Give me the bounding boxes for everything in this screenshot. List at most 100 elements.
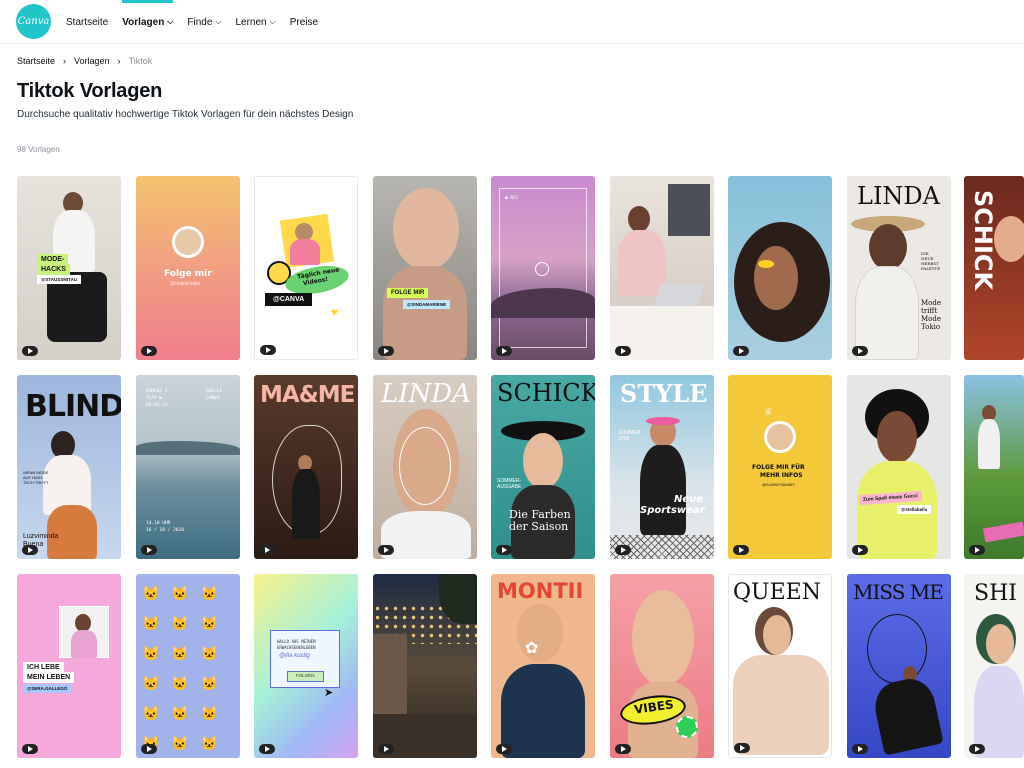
template-card[interactable]: ♕ FOLGE MIR FÜR MEHR INFOS @SUNNYSAMMY bbox=[728, 375, 832, 559]
nav-item-startseite[interactable]: Startseite bbox=[66, 0, 108, 44]
breadcrumb: Startseite › Vorlagen › Tiktok bbox=[17, 56, 152, 66]
template-card[interactable] bbox=[964, 375, 1024, 559]
person-image bbox=[292, 469, 320, 539]
breadcrumb-vorlagen[interactable]: Vorlagen bbox=[74, 56, 110, 66]
person-image bbox=[618, 230, 666, 296]
play-icon bbox=[733, 346, 749, 356]
template-text: 00:05:21 bbox=[146, 403, 168, 408]
play-icon bbox=[378, 346, 394, 356]
play-icon bbox=[852, 346, 868, 356]
nav-item-preise[interactable]: Preise bbox=[290, 0, 318, 44]
person-image bbox=[381, 511, 471, 559]
template-text: @SERA.GALLEGO bbox=[23, 684, 72, 693]
template-card[interactable]: Täglich neue Videos! @CANVA ♥ bbox=[254, 176, 358, 360]
mat-shape bbox=[983, 521, 1024, 543]
template-text: LINDA bbox=[381, 379, 471, 409]
person-image bbox=[71, 630, 97, 658]
template-card[interactable]: ● REC bbox=[491, 176, 595, 360]
template-card[interactable]: VIBES bbox=[610, 574, 714, 758]
template-card[interactable]: ICH LEBE MEIN LEBEN @SERA.GALLEGO bbox=[17, 574, 121, 758]
person-image bbox=[523, 433, 563, 489]
template-card[interactable]: QUEEN bbox=[728, 574, 832, 758]
profile-avatar bbox=[172, 226, 204, 258]
template-text: @SUNNYSAMMY bbox=[762, 482, 795, 487]
yellow-makeup bbox=[758, 260, 774, 268]
heart-icon: ♥ bbox=[331, 305, 339, 319]
template-card[interactable]: STYLE SOMMER 2020 Neue Sportswear bbox=[610, 375, 714, 559]
template-card[interactable] bbox=[610, 176, 714, 360]
template-text: der Saison bbox=[509, 520, 569, 533]
template-text: QUELLE bbox=[206, 389, 223, 394]
template-card[interactable]: SCHICK bbox=[964, 176, 1024, 360]
template-text: SCHICK bbox=[969, 190, 998, 291]
crosshair-icon bbox=[535, 262, 549, 276]
template-text: SHI bbox=[974, 581, 1017, 606]
play-icon bbox=[969, 545, 985, 555]
chevron-right-icon: › bbox=[117, 56, 121, 66]
person-image bbox=[393, 188, 459, 270]
nav-label: Lernen bbox=[235, 16, 267, 28]
play-icon bbox=[141, 346, 157, 356]
template-card[interactable]: MODE- HACKS @STAUSSMITAU bbox=[17, 176, 121, 360]
mountain-shape bbox=[136, 441, 240, 455]
badge-icon bbox=[676, 716, 698, 738]
page-title: Tiktok Vorlagen bbox=[17, 80, 163, 102]
crown-icon: ♕ bbox=[764, 407, 773, 418]
template-card[interactable]: KAMERA 1 PLAY ▶ 00:05:21 QUELLE CANVA 14… bbox=[136, 375, 240, 559]
play-icon bbox=[733, 545, 749, 555]
template-card[interactable]: SHI bbox=[964, 574, 1024, 758]
top-navigation-bar: Canva Startseite Vorlagen ⌵ Finde ⌵ Lern… bbox=[0, 0, 1024, 44]
template-text: MEHR INFOS bbox=[760, 472, 803, 479]
template-card[interactable]: BLIND WENN MODE AUF HIGH- TECH TRIFFT Lu… bbox=[17, 375, 121, 559]
play-icon bbox=[852, 545, 868, 555]
template-card[interactable] bbox=[728, 176, 832, 360]
template-card[interactable]: MISS ME bbox=[847, 574, 951, 758]
template-card[interactable]: SCHICK SOMMER- AUSGABE Die Farben der Sa… bbox=[491, 375, 595, 559]
template-card[interactable]: 🐱🐱🐱🐱🐱🐱🐱🐱🐱🐱🐱🐱🐱🐱🐱🐱🐱🐱 bbox=[136, 574, 240, 758]
play-icon bbox=[615, 744, 631, 754]
template-card[interactable] bbox=[373, 574, 477, 758]
play-icon bbox=[615, 346, 631, 356]
nav-label: Preise bbox=[289, 16, 319, 28]
person-image bbox=[501, 664, 585, 758]
play-icon bbox=[969, 744, 985, 754]
canva-logo[interactable]: Canva bbox=[16, 4, 51, 39]
template-card[interactable]: HALLO AUS MEINEM ERWACHSENENLEBEN @lila … bbox=[254, 574, 358, 758]
person-image bbox=[994, 216, 1024, 262]
person-image bbox=[640, 445, 686, 535]
cursor-icon: ➤ bbox=[324, 687, 334, 699]
template-text: @stellabella bbox=[897, 505, 932, 514]
template-card[interactable]: MONTII ✿ bbox=[491, 574, 595, 758]
template-text: QUEEN bbox=[733, 580, 821, 605]
cat-pattern: 🐱🐱🐱🐱🐱🐱🐱🐱🐱🐱🐱🐱🐱🐱🐱🐱🐱🐱 bbox=[142, 585, 231, 751]
nav-item-finde[interactable]: Finde ⌵ bbox=[187, 0, 221, 44]
template-card[interactable]: LINDA bbox=[373, 375, 477, 559]
template-text: BLIND bbox=[25, 389, 121, 424]
nav-item-lernen[interactable]: Lernen ⌵ bbox=[235, 0, 275, 44]
template-card[interactable]: Folge mir @maksimakk bbox=[136, 176, 240, 360]
template-text: @lila kustig bbox=[279, 653, 310, 659]
template-text: MEIN LEBEN bbox=[23, 672, 75, 683]
template-grid: MODE- HACKS @STAUSSMITAU Folge mir @maks… bbox=[17, 176, 1024, 768]
template-text: ● REC bbox=[505, 196, 519, 201]
page-subtitle: Durchsuche qualitativ hochwertige Tiktok… bbox=[17, 109, 354, 120]
template-card[interactable]: FOLGE MIR @SINDAMARIENE bbox=[373, 176, 477, 360]
play-icon bbox=[496, 744, 512, 754]
template-text: HALLO AUS MEINEM bbox=[277, 639, 316, 644]
play-icon bbox=[259, 545, 275, 555]
template-card[interactable]: LINDA DIE NEUE HERBST PALETTE Mode triff… bbox=[847, 176, 951, 360]
template-text: @maksimakk bbox=[170, 281, 201, 287]
nav-item-vorlagen[interactable]: Vorlagen ⌵ bbox=[122, 0, 174, 44]
person-image bbox=[383, 266, 467, 360]
breadcrumb-startseite[interactable]: Startseite bbox=[17, 56, 55, 66]
person-image bbox=[733, 655, 829, 755]
template-card[interactable]: Zum Spaß etwas Gucci @stellabella bbox=[847, 375, 951, 559]
person-image bbox=[870, 674, 944, 756]
template-card[interactable]: MA&ME bbox=[254, 375, 358, 559]
template-text: PLAY ▶ bbox=[146, 396, 163, 401]
person-image bbox=[517, 604, 563, 662]
play-icon bbox=[378, 545, 394, 555]
person-image bbox=[986, 624, 1014, 664]
template-text: CANVA bbox=[206, 396, 220, 401]
line-art bbox=[867, 614, 927, 684]
